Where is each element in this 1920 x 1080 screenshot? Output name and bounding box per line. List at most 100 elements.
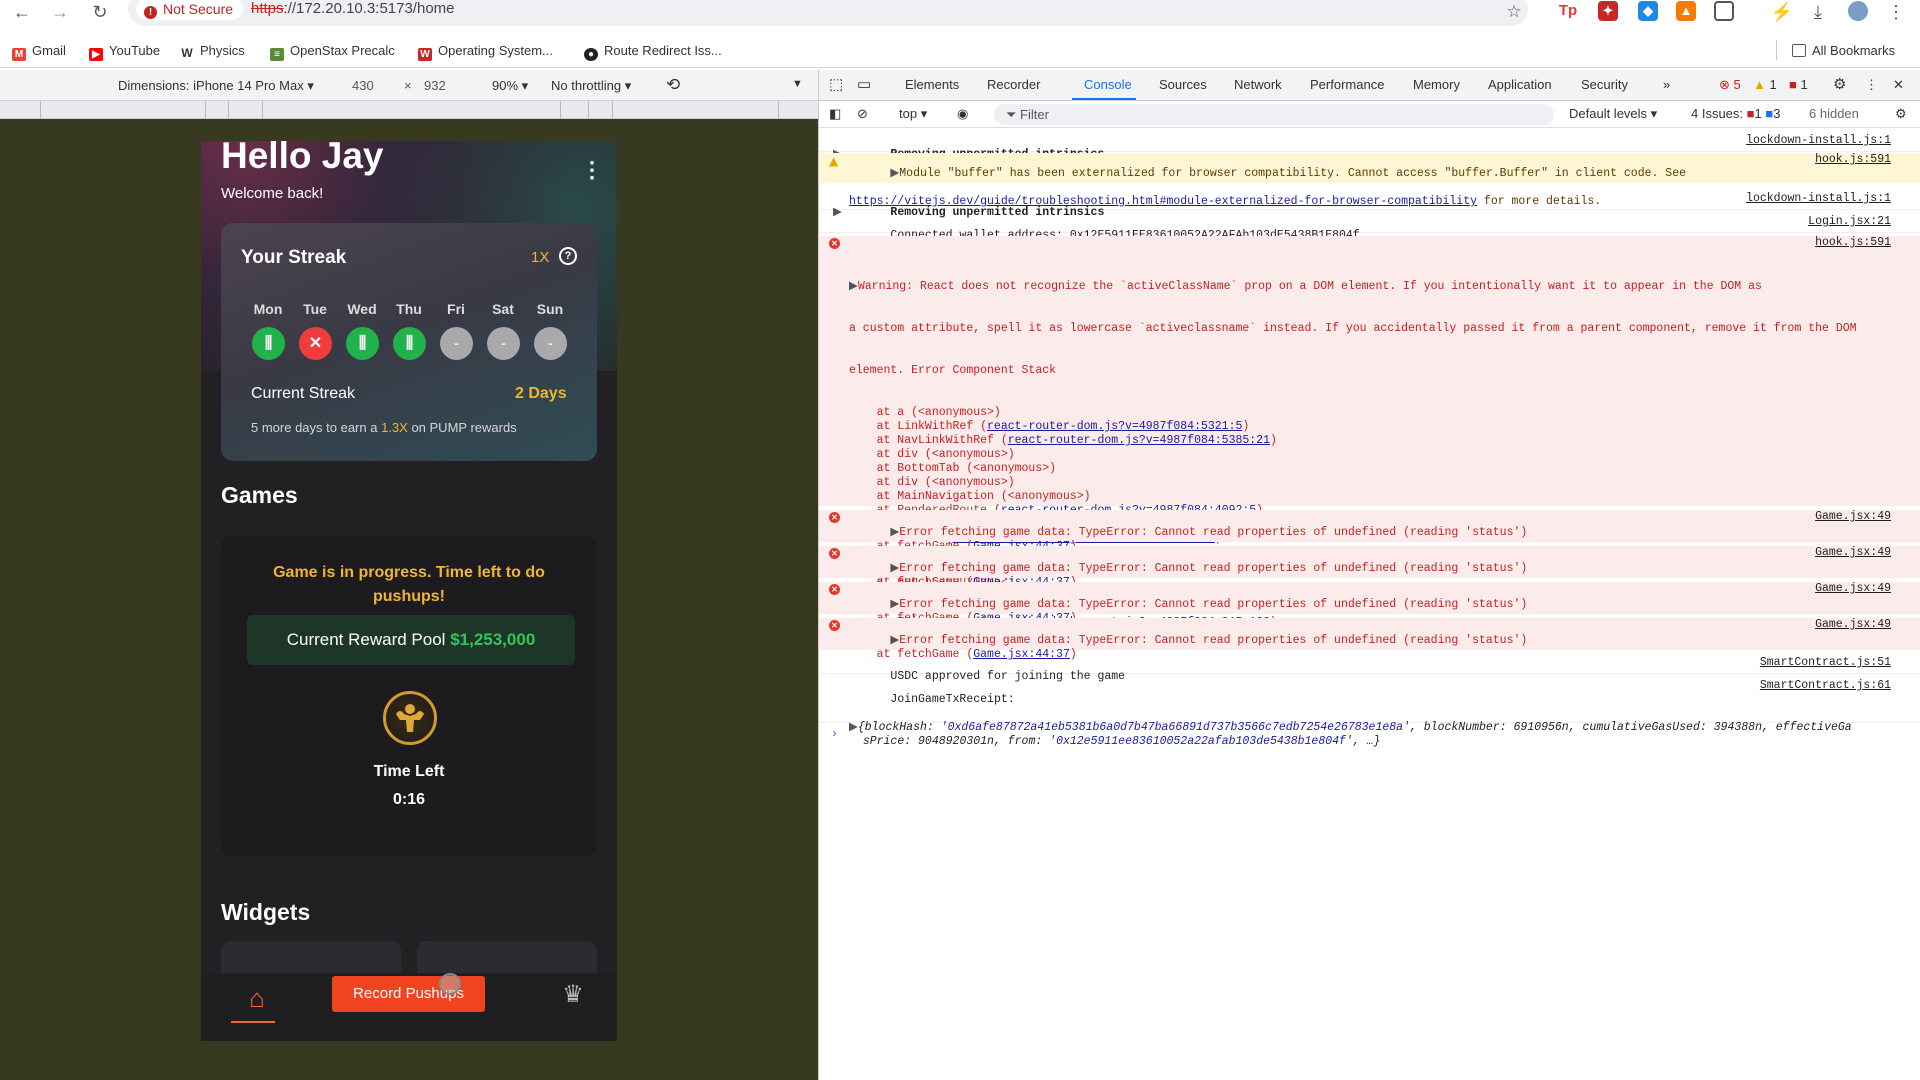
expand-triangle-icon[interactable]: ▶	[890, 167, 899, 180]
download-icon[interactable]: ⤓	[1806, 2, 1830, 24]
warning-count[interactable]: ▲ 1	[1753, 77, 1777, 92]
console-error[interactable]: ✕ ▶Error fetching game data: TypeError: C…	[819, 582, 1920, 625]
console-error[interactable]: ✕ hook.js:591 ▶Warning: React does not re…	[819, 236, 1920, 629]
stack-link[interactable]: react-router-dom.js?v=4987f084:5321:5	[987, 420, 1242, 433]
context-select[interactable]: top ▾	[899, 106, 927, 122]
message-source-link[interactable]: lockdown-install.js:1	[1746, 134, 1891, 148]
home-icon[interactable]: ⌂	[235, 973, 279, 1023]
expand-triangle-icon[interactable]: ▶	[890, 598, 899, 611]
device-toggle-icon[interactable]: ▭	[857, 75, 871, 93]
profile-avatar[interactable]	[1848, 1, 1868, 21]
bookmark-operating-system[interactable]: W Operating System...	[418, 43, 553, 61]
expand-triangle-icon[interactable]: ▶	[890, 562, 899, 575]
log-levels-select[interactable]: Default levels ▾	[1569, 106, 1657, 122]
dimension-separator: ×	[404, 78, 412, 93]
bookmark-route-redirect[interactable]: ● Route Redirect Iss...	[584, 43, 722, 61]
inspect-element-icon[interactable]: ⬚	[829, 75, 843, 93]
more-options-icon[interactable]: ▼	[792, 78, 803, 90]
more-menu-icon[interactable]: ⋮	[581, 159, 603, 181]
message-source-link[interactable]: hook.js:591	[1815, 153, 1891, 167]
tab-sources[interactable]: Sources	[1159, 77, 1207, 92]
tab-network[interactable]: Network	[1234, 77, 1282, 92]
expand-triangle-icon[interactable]: ▶	[890, 634, 899, 647]
device-width-field[interactable]: 430	[352, 78, 374, 93]
close-devtools-icon[interactable]: ✕	[1893, 77, 1904, 93]
extension-red-icon[interactable]: ✦	[1598, 1, 1618, 21]
bookmark-youtube[interactable]: ▶ YouTube	[89, 43, 160, 61]
bookmark-physics[interactable]: W Physics	[180, 43, 245, 60]
throttling-select[interactable]: No throttling ▾	[551, 78, 631, 94]
url-scheme: https	[251, 0, 284, 17]
console-object-message[interactable]: JoinGameTxReceipt: SmartContract.js:61 ▶{…	[819, 679, 1920, 748]
expand-triangle-icon[interactable]: ▶	[890, 526, 899, 539]
more-tabs-icon[interactable]: »	[1663, 77, 1670, 92]
error-count[interactable]: ⊗ 5	[1719, 77, 1741, 93]
extensions-puzzle-icon[interactable]	[1714, 1, 1734, 21]
message-source-link[interactable]: lockdown-install.js:1	[1746, 192, 1891, 206]
bookmark-openstax[interactable]: ≡ OpenStax Precalc	[270, 43, 395, 61]
device-height-field[interactable]: 932	[424, 78, 446, 93]
help-icon[interactable]: ?	[559, 247, 577, 265]
console-settings-icon[interactable]: ⚙	[1895, 106, 1907, 122]
bookmark-gmail[interactable]: M Gmail	[12, 43, 66, 61]
tab-application[interactable]: Application	[1488, 77, 1552, 92]
tab-elements[interactable]: Elements	[905, 77, 959, 92]
rotate-icon[interactable]: ⟲	[666, 75, 680, 95]
stack-text: at a (<anonymous>)	[849, 406, 1001, 419]
stack-link[interactable]: react-router-dom.js?v=4987f084:5385:21	[1008, 434, 1270, 447]
console-prompt[interactable]: ›	[819, 728, 1920, 746]
console-filter-input[interactable]: ⏷ Filter	[994, 104, 1554, 125]
devtools-menu-icon[interactable]: ⋮	[1865, 77, 1878, 93]
message-source-link[interactable]: Login.jsx:21	[1808, 215, 1891, 229]
message-source-link[interactable]: Game.jsx:49	[1815, 510, 1891, 524]
issue-count[interactable]: ■ 1	[1789, 77, 1808, 92]
console-message[interactable]: ▶Removing unpermitted intrinsics lockdow…	[819, 192, 1920, 219]
device-toolbar: Dimensions: iPhone 14 Pro Max ▾ 430 × 93…	[0, 70, 818, 101]
muscle-medal-icon	[383, 691, 437, 745]
expand-triangle-icon[interactable]: ▶	[849, 280, 858, 293]
live-expression-eye-icon[interactable]: ◉	[957, 106, 968, 122]
tab-security[interactable]: Security	[1581, 77, 1628, 92]
settings-gear-icon[interactable]: ⚙	[1833, 75, 1846, 93]
console-error[interactable]: ✕ ▶Error fetching game data: TypeError: C…	[819, 546, 1920, 589]
sidebar-toggle-icon[interactable]: ◧	[829, 106, 841, 122]
message-source-link[interactable]: Game.jsx:49	[1815, 546, 1891, 560]
streak-reward-hint: 5 more days to earn a 1.3X on PUMP rewar…	[251, 420, 517, 435]
extension-blue-icon[interactable]: ◆	[1638, 1, 1658, 21]
message-source-link[interactable]: SmartContract.js:51	[1760, 656, 1891, 670]
reload-icon[interactable]: ↻	[88, 2, 112, 24]
message-source-link[interactable]: Game.jsx:49	[1815, 582, 1891, 596]
media-query-ruler[interactable]	[0, 101, 818, 119]
tab-recorder[interactable]: Recorder	[987, 77, 1040, 92]
console-warning[interactable]: ▲ ▶Module "buffer" has been externalized …	[819, 153, 1920, 208]
back-icon[interactable]: ←	[10, 2, 34, 24]
active-tab-underline	[1072, 98, 1136, 100]
metamask-fox-icon[interactable]: ▲	[1676, 1, 1696, 21]
url-text[interactable]: https://172.20.10.3:5173/home	[251, 0, 455, 18]
all-bookmarks[interactable]: All Bookmarks	[1792, 43, 1895, 59]
device-select[interactable]: Dimensions: iPhone 14 Pro Max ▾	[118, 78, 314, 94]
console-message[interactable]: ▶Removing unpermitted intrinsics lockdow…	[819, 134, 1920, 161]
tab-console[interactable]: Console	[1084, 77, 1132, 92]
url-host-path: ://172.20.10.3:5173/home	[283, 0, 455, 17]
extension-tp-icon[interactable]: Tp	[1558, 1, 1578, 21]
issue-count-value: 1	[1800, 77, 1808, 92]
tab-performance[interactable]: Performance	[1310, 77, 1384, 92]
message-source-link[interactable]: Game.jsx:49	[1815, 618, 1891, 632]
forward-icon[interactable]: →	[48, 2, 72, 24]
message-source-link[interactable]: hook.js:591	[1815, 236, 1891, 250]
record-pushups-button[interactable]: Record Pushups	[332, 976, 485, 1012]
browser-menu-icon[interactable]: ⋮	[1884, 2, 1908, 24]
filter-placeholder: Filter	[1020, 107, 1049, 122]
performance-icon[interactable]: ⚡	[1770, 2, 1794, 24]
bookmark-star-icon[interactable]: ☆	[1502, 2, 1526, 24]
console-error[interactable]: ✕ ▶Error fetching game data: TypeError: C…	[819, 510, 1920, 553]
zoom-select[interactable]: 90% ▾	[492, 78, 528, 94]
console-error[interactable]: ✕ ▶Error fetching game data: TypeError: C…	[819, 618, 1920, 661]
message-source-link[interactable]: SmartContract.js:61	[1760, 679, 1891, 693]
issues-button[interactable]: 4 Issues: ■1 ■3	[1691, 106, 1780, 121]
clear-console-icon[interactable]: ⊘	[857, 106, 868, 122]
trophy-icon[interactable]: ♛	[551, 973, 595, 1017]
security-chip[interactable]: ! Not Secure	[136, 0, 244, 20]
tab-memory[interactable]: Memory	[1413, 77, 1460, 92]
